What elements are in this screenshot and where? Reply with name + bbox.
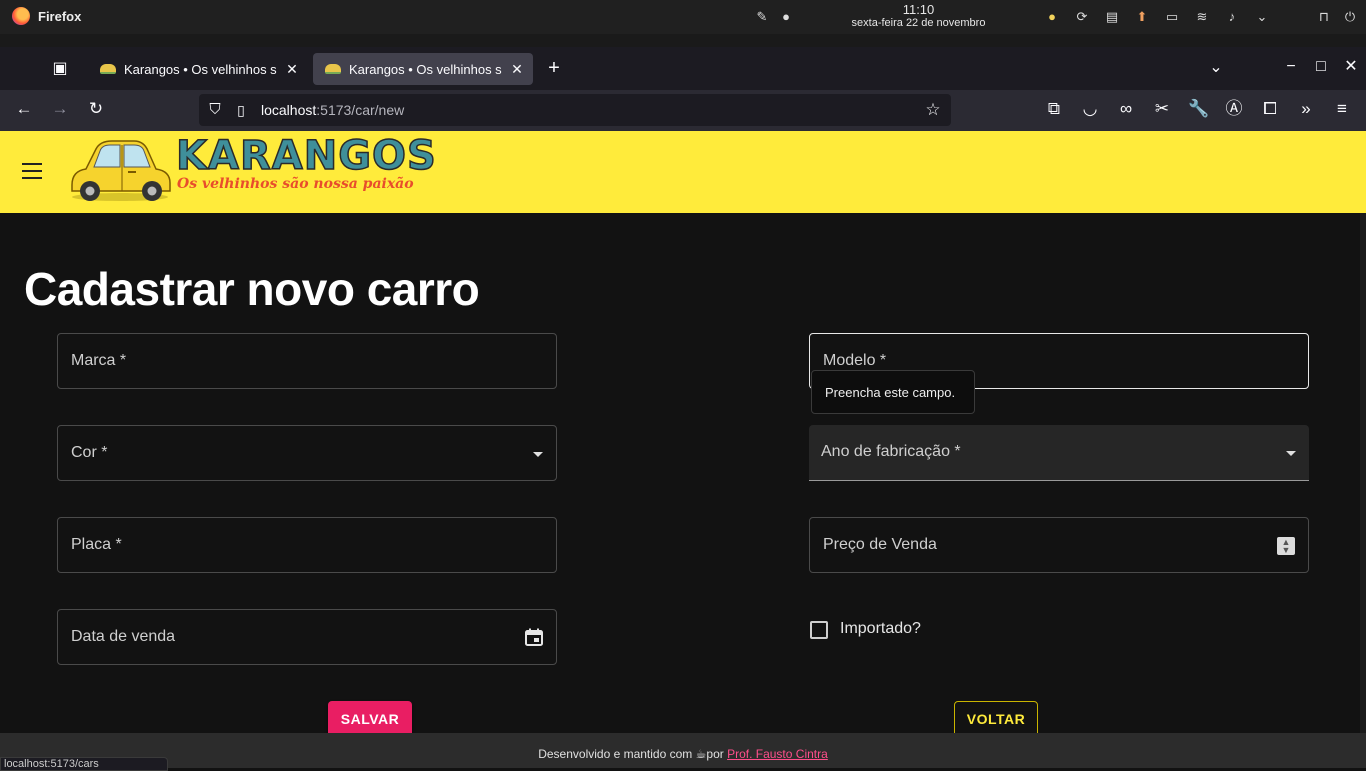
number-spinner-icon[interactable]: ▲ ▼ [1277, 537, 1295, 555]
forward-icon[interactable]: → [50, 99, 70, 119]
os-top-bar: Firefox ✎ ● 11:10 sexta-feira 22 de nove… [0, 0, 1366, 34]
calendar-icon[interactable] [524, 627, 544, 647]
back-icon[interactable]: ← [14, 99, 34, 119]
firefox-view-icon[interactable]: ▣ [50, 61, 70, 77]
validation-tooltip: Preencha este campo. [811, 370, 975, 414]
coffee-icon: ☕ [695, 747, 707, 761]
marca-label: Marca * [71, 352, 127, 369]
nav-toolbar: ← → ↻ ⛉ ▯ localhost:5173/car/new ☆ ⧉ ◡ ∞… [0, 90, 1366, 131]
dropdown-arrow-icon [1286, 451, 1296, 456]
preco-label: Preço de Venda [823, 536, 937, 553]
os-app-menu[interactable]: Firefox [12, 7, 81, 25]
logo-title: KARANGOS [175, 132, 437, 180]
wifi-icon[interactable]: ≋ [1194, 9, 1210, 25]
page-title: Cadastrar novo carro [24, 263, 480, 315]
close-tab-icon[interactable]: ✕ [509, 61, 525, 78]
overflow-chevrons-icon[interactable]: » [1296, 99, 1316, 119]
footer-text-mid: por [706, 747, 724, 761]
tab-bar: ▣ Karangos • Os velhinhos s ✕ Karangos •… [0, 47, 1366, 90]
clock[interactable]: 11:10 sexta-feira 22 de novembro [836, 3, 1001, 30]
night-light-icon[interactable]: ● [778, 9, 794, 25]
app-header: KARANGOS Os velhinhos são nossa paixão [0, 131, 1366, 213]
footer-text: Desenvolvido e mantido com ☕por Prof. Fa… [0, 747, 1366, 761]
update-icon[interactable]: ⟳ [1074, 9, 1090, 25]
minimize-icon[interactable]: − [1281, 59, 1301, 75]
devtools-wrench-icon[interactable]: 🔧 [1188, 99, 1209, 119]
preco-field[interactable]: Preço de Venda ▲ ▼ [809, 517, 1309, 573]
screenshot-icon[interactable]: ✂ [1152, 99, 1172, 119]
footer: Desenvolvido e mantido com ☕por Prof. Fa… [0, 733, 1366, 768]
cor-select[interactable]: Cor * [57, 425, 557, 481]
url-bar[interactable]: ⛉ ▯ localhost:5173/car/new ☆ [199, 94, 951, 126]
favicon-icon [100, 64, 116, 74]
clock-date: sexta-feira 22 de novembro [851, 17, 986, 29]
pocket-icon[interactable]: ◡ [1080, 99, 1100, 119]
tab-2[interactable]: Karangos • Os velhinhos s ✕ [313, 53, 533, 85]
author-link[interactable]: Prof. Fausto Cintra [727, 747, 828, 761]
lock-icon[interactable]: ⊓ [1316, 9, 1332, 25]
tab-title: Karangos • Os velhinhos s [349, 61, 502, 77]
url-host: localhost [261, 102, 317, 118]
volume-icon[interactable]: ♪ [1224, 9, 1240, 25]
importado-checkbox[interactable] [810, 621, 828, 639]
shield-icon[interactable]: ⛉ [205, 100, 225, 120]
importado-label[interactable]: Importado? [840, 620, 921, 638]
modelo-label: Modelo * [823, 352, 887, 369]
url-path: :5173/car/new [316, 102, 405, 118]
ano-label: Ano de fabricação * [821, 443, 961, 460]
tab-1[interactable]: Karangos • Os velhinhos s ✕ [88, 53, 308, 85]
save-button[interactable]: SALVAR [328, 701, 412, 737]
logo-tagline: Os velhinhos são nossa paixão [177, 176, 414, 192]
battery-icon[interactable]: ▭ [1164, 9, 1180, 25]
page-scrollbar[interactable] [1360, 213, 1366, 733]
chevron-down-icon[interactable]: ⌄ [1254, 9, 1270, 25]
private-mask-icon[interactable]: ∞ [1116, 99, 1136, 119]
main-menu-button[interactable] [22, 163, 42, 179]
color-picker-icon[interactable]: ✎ [754, 9, 770, 25]
containers-icon[interactable]: ⧉ [1044, 99, 1064, 119]
clock-time: 11:10 [902, 2, 935, 17]
car-logo-icon [71, 140, 171, 201]
extensions-icon[interactable]: ⧠ [1260, 99, 1280, 119]
status-bar-url: localhost:5173/cars [0, 757, 168, 771]
cor-label: Cor * [71, 444, 108, 461]
footer-text-before: Desenvolvido e mantido com [538, 747, 693, 761]
ano-select[interactable]: Ano de fabricação * [809, 425, 1309, 481]
upload-icon[interactable]: ⬆ [1134, 9, 1150, 25]
reload-icon[interactable]: ↻ [86, 99, 106, 119]
data-venda-label: Data de venda [71, 628, 176, 645]
list-all-tabs-icon[interactable]: ⌄ [1206, 60, 1226, 76]
close-window-icon[interactable]: ✕ [1341, 59, 1361, 75]
background-window-strip [0, 34, 1366, 47]
url-text[interactable]: localhost:5173/car/new [261, 102, 404, 118]
back-button[interactable]: VOLTAR [954, 701, 1038, 737]
new-tab-icon[interactable]: + [544, 58, 564, 78]
placa-field[interactable]: Placa * [57, 517, 557, 573]
clipboard-icon[interactable]: ▤ [1104, 9, 1120, 25]
marca-field[interactable]: Marca * [57, 333, 557, 389]
power-icon[interactable]: ⏻ [1342, 9, 1358, 25]
page-info-icon[interactable]: ▯ [231, 100, 251, 120]
placa-label: Placa * [71, 536, 122, 553]
hamburger-menu-icon[interactable]: ≡ [1332, 99, 1352, 119]
dropdown-arrow-icon [533, 452, 543, 457]
account-icon[interactable]: Ⓐ [1224, 99, 1244, 119]
maximize-icon[interactable]: □ [1311, 59, 1331, 75]
tab-title: Karangos • Os velhinhos s [124, 61, 277, 77]
close-tab-icon[interactable]: ✕ [284, 61, 300, 78]
bookmark-star-icon[interactable]: ☆ [923, 100, 943, 120]
weather-icon[interactable]: ● [1044, 9, 1060, 25]
firefox-logo-icon [12, 7, 30, 25]
favicon-icon [325, 64, 341, 74]
os-app-name: Firefox [38, 8, 82, 24]
data-venda-field[interactable]: Data de venda [57, 609, 557, 665]
